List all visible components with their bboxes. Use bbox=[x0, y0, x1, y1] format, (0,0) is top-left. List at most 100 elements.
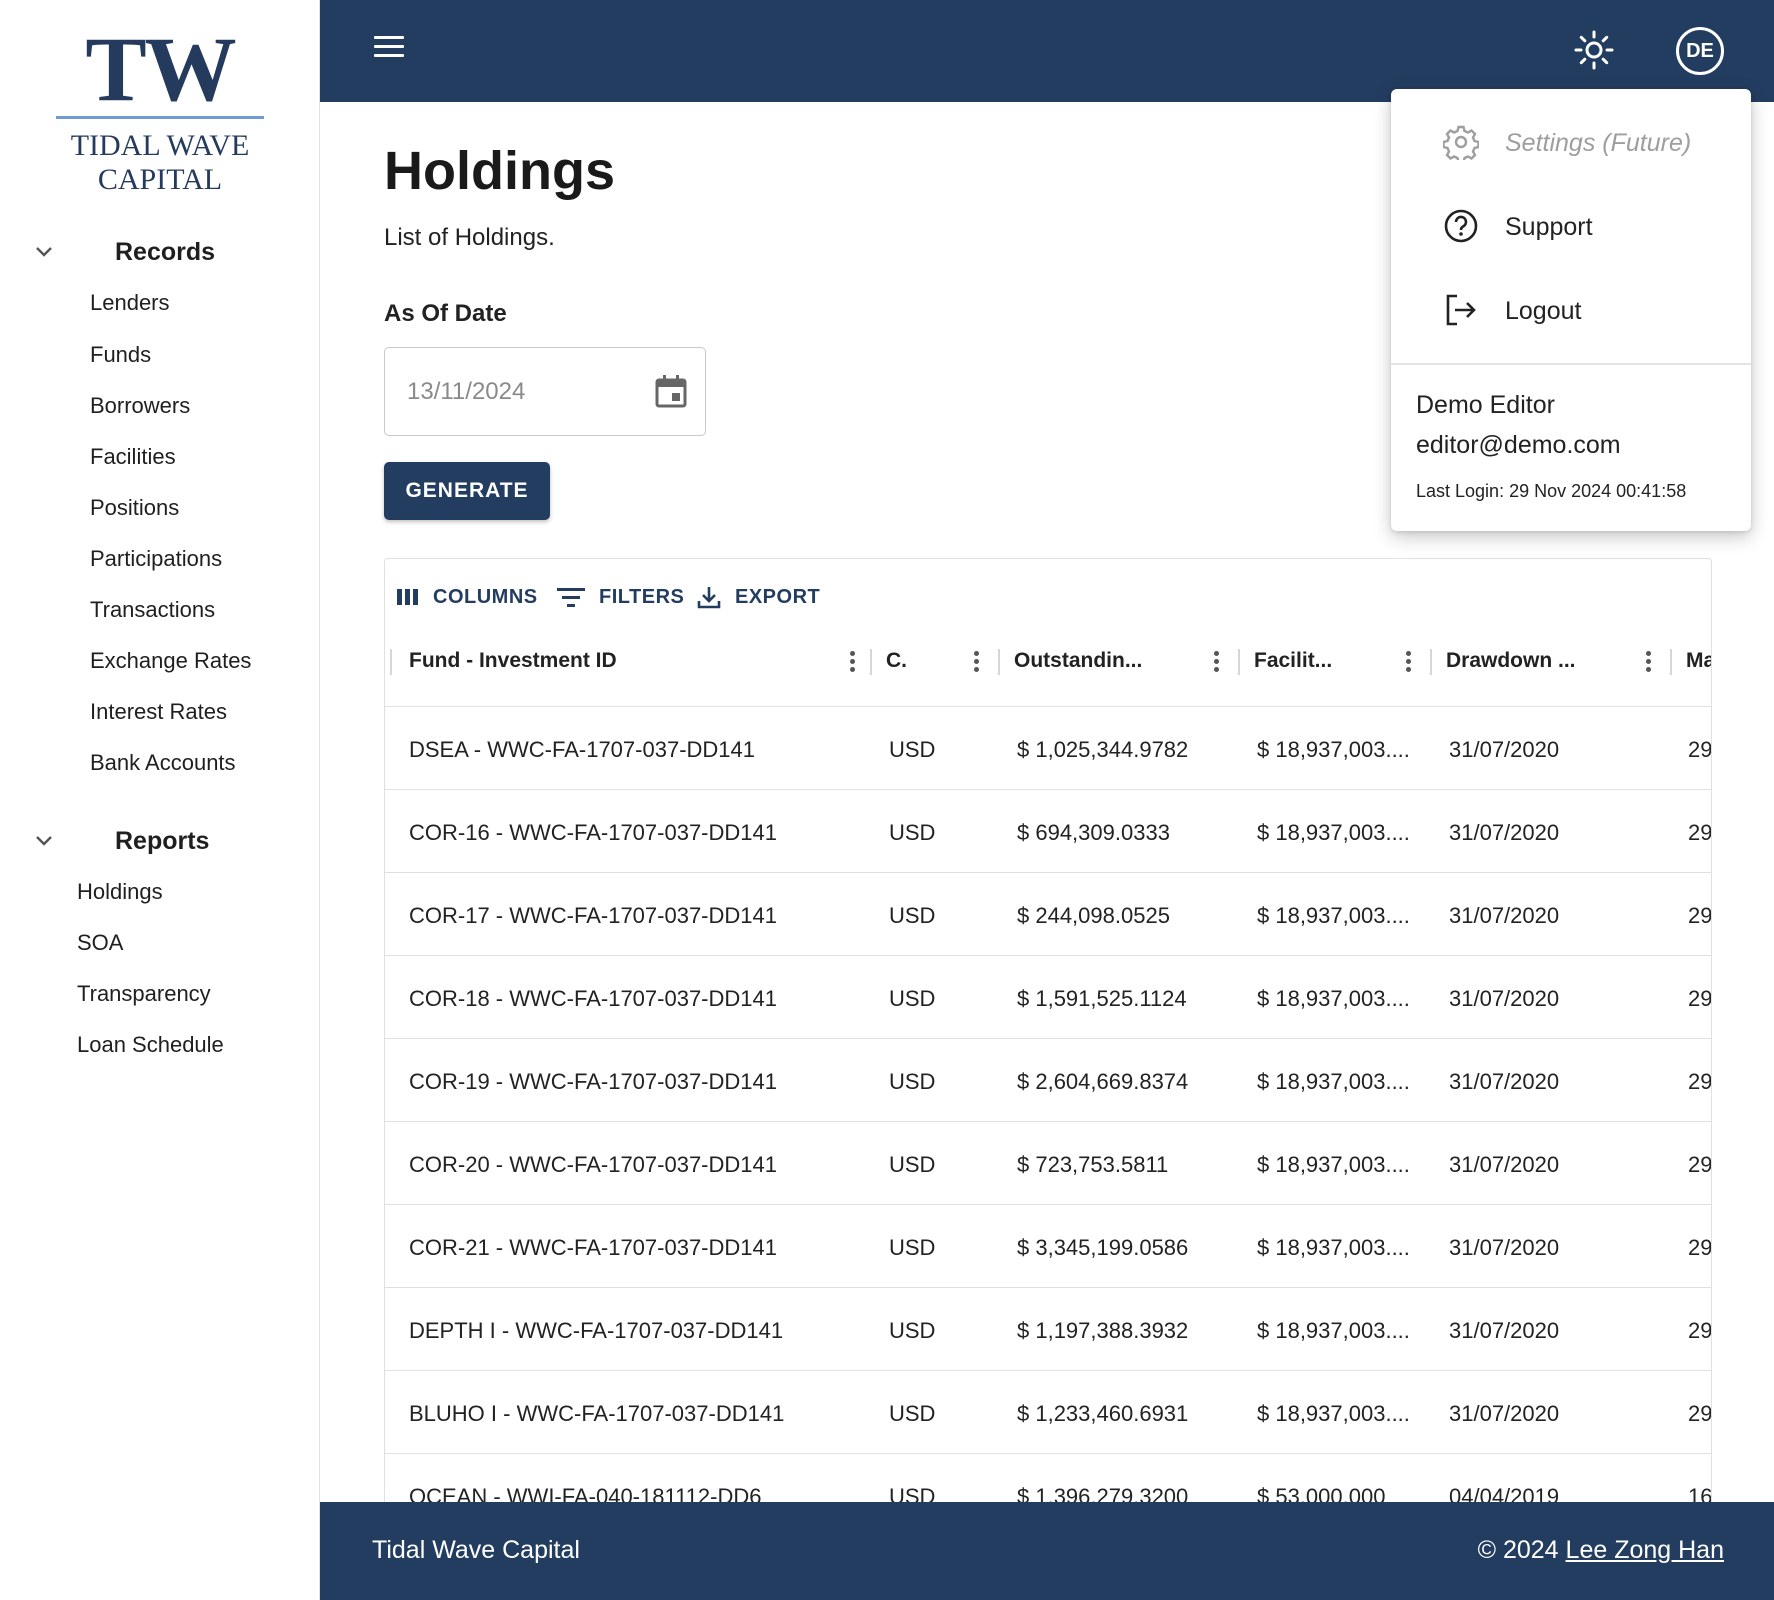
table-row[interactable]: COR-19 - WWC-FA-1707-037-DD141 USD $ 2,6… bbox=[385, 1038, 1712, 1121]
table-row[interactable]: BLUHO I - WWC-FA-1707-037-DD141 USD $ 1,… bbox=[385, 1370, 1712, 1453]
column-header-label: Fund - Investment ID bbox=[409, 649, 617, 672]
cell-ma: 29 bbox=[1688, 1235, 1712, 1260]
sidebar-item-holdings[interactable]: Holdings bbox=[77, 879, 163, 905]
as-of-date-label: As Of Date bbox=[384, 300, 507, 327]
table-row[interactable]: COR-16 - WWC-FA-1707-037-DD141 USD $ 694… bbox=[385, 789, 1712, 872]
column-menu-icon[interactable] bbox=[1646, 651, 1652, 673]
sidebar-item-soa[interactable]: SOA bbox=[77, 930, 123, 956]
column-header[interactable]: Drawdown ... bbox=[1430, 639, 1670, 683]
cell-drawdown: 31/07/2020 bbox=[1449, 820, 1560, 845]
cell-ma: 29 bbox=[1688, 1069, 1712, 1094]
column-header-label: C. bbox=[886, 649, 907, 672]
footer: Tidal Wave Capital © 2024 Lee Zong Han bbox=[320, 1502, 1774, 1600]
nav-group-reports: Reports bbox=[0, 821, 320, 861]
cell-drawdown: 31/07/2020 bbox=[1449, 1318, 1560, 1343]
nav-group-records: Records bbox=[0, 232, 320, 272]
sidebar-item-exchange-rates[interactable]: Exchange Rates bbox=[90, 648, 251, 674]
gear-icon bbox=[1443, 125, 1479, 160]
cell-outstanding: $ 244,098.0525 bbox=[1017, 903, 1170, 928]
cell-fund-investment-id: BLUHO I - WWC-FA-1707-037-DD141 bbox=[409, 1401, 785, 1426]
sidebar-item-transactions[interactable]: Transactions bbox=[90, 597, 215, 623]
table-row[interactable]: COR-18 - WWC-FA-1707-037-DD141 USD $ 1,5… bbox=[385, 955, 1711, 1038]
table-row[interactable]: COR-20 - WWC-FA-1707-037-DD141 USD $ 723… bbox=[385, 1121, 1711, 1204]
footer-brand: Tidal Wave Capital bbox=[372, 1536, 580, 1564]
sidebar-item-lenders[interactable]: Lenders bbox=[90, 290, 170, 316]
cell-drawdown: 31/07/2020 bbox=[1449, 986, 1560, 1011]
column-menu-icon[interactable] bbox=[974, 651, 980, 673]
cell-ma: 29 bbox=[1688, 903, 1712, 928]
sidebar-item-funds[interactable]: Funds bbox=[90, 342, 151, 368]
cell-currency: USD bbox=[889, 1401, 936, 1426]
sidebar-item-interest-rates[interactable]: Interest Rates bbox=[90, 699, 227, 725]
table-row[interactable]: COR-21 - WWC-FA-1707-037-DD141 USD $ 3,3… bbox=[385, 1204, 1712, 1287]
table-row[interactable]: DSEA - WWC-FA-1707-037-DD141 USD $ 1,025… bbox=[385, 706, 1711, 789]
sidebar-item-facilities[interactable]: Facilities bbox=[90, 444, 176, 470]
sun-icon[interactable] bbox=[1572, 28, 1616, 72]
sidebar-item-loan-schedule[interactable]: Loan Schedule bbox=[77, 1032, 224, 1058]
chevron-down-icon bbox=[36, 247, 52, 257]
cell-facility: $ 18,937,003.... bbox=[1257, 986, 1410, 1011]
cell-fund-investment-id: COR-18 - WWC-FA-1707-037-DD141 bbox=[409, 986, 777, 1011]
download-icon bbox=[697, 587, 721, 609]
cell-outstanding: $ 2,604,669.8374 bbox=[1017, 1069, 1189, 1094]
nav-group-records-toggle[interactable]: Records bbox=[0, 232, 320, 272]
cell-drawdown: 31/07/2020 bbox=[1449, 1069, 1560, 1094]
filters-button[interactable]: FILTERS bbox=[557, 579, 684, 615]
column-menu-icon[interactable] bbox=[1214, 651, 1220, 673]
cell-drawdown: 31/07/2020 bbox=[1449, 903, 1560, 928]
cell-currency: USD bbox=[889, 1152, 936, 1177]
menu-item-support[interactable]: Support bbox=[1391, 191, 1751, 261]
column-header-label: Facilit... bbox=[1254, 649, 1333, 672]
calendar-icon[interactable] bbox=[655, 374, 687, 408]
nav-group-reports-toggle[interactable]: Reports bbox=[0, 821, 320, 861]
sidebar-item-participations[interactable]: Participations bbox=[90, 546, 222, 572]
cell-facility: $ 18,937,003.... bbox=[1257, 1235, 1410, 1260]
columns-button[interactable]: COLUMNS bbox=[397, 579, 538, 615]
export-button[interactable]: EXPORT bbox=[697, 579, 820, 615]
sidebar-item-bank-accounts[interactable]: Bank Accounts bbox=[90, 750, 236, 776]
cell-facility: $ 18,937,003.... bbox=[1257, 1152, 1410, 1177]
cell-facility: $ 18,937,003.... bbox=[1257, 1069, 1410, 1094]
user-name: Demo Editor bbox=[1416, 391, 1555, 419]
sidebar-item-positions[interactable]: Positions bbox=[90, 495, 179, 521]
cell-drawdown: 31/07/2020 bbox=[1449, 1152, 1560, 1177]
cell-currency: USD bbox=[889, 1318, 936, 1343]
column-header[interactable]: Outstandin... bbox=[998, 639, 1238, 683]
column-header[interactable]: Ma bbox=[1670, 639, 1711, 683]
as-of-date-field[interactable]: 13/11/2024 bbox=[384, 347, 706, 436]
cell-ma: 29 bbox=[1688, 820, 1712, 845]
column-header[interactable]: Facilit... bbox=[1238, 639, 1430, 683]
sidebar-item-transparency[interactable]: Transparency bbox=[77, 981, 211, 1007]
menu-item-label: Logout bbox=[1505, 297, 1582, 325]
column-header[interactable]: C. bbox=[870, 639, 998, 683]
chevron-down-icon bbox=[36, 836, 52, 846]
generate-button[interactable]: GENERATE bbox=[384, 462, 550, 520]
help-circle-icon bbox=[1444, 209, 1478, 243]
hamburger-icon[interactable] bbox=[374, 36, 404, 62]
sidebar-item-borrowers[interactable]: Borrowers bbox=[90, 393, 190, 419]
cell-currency: USD bbox=[889, 820, 936, 845]
user-menu: Settings (Future) Support Logout Demo Ed… bbox=[1391, 89, 1751, 531]
menu-divider bbox=[1391, 363, 1751, 365]
table-row[interactable]: DEPTH I - WWC-FA-1707-037-DD141 USD $ 1,… bbox=[385, 1287, 1712, 1370]
cell-facility: $ 18,937,003.... bbox=[1257, 1318, 1410, 1343]
cell-facility: $ 18,937,003.... bbox=[1257, 1401, 1410, 1426]
table-row[interactable]: COR-17 - WWC-FA-1707-037-DD141 USD $ 244… bbox=[385, 872, 1712, 955]
cell-outstanding: $ 3,345,199.0586 bbox=[1017, 1235, 1189, 1260]
company-logo[interactable]: TW TIDAL WAVE CAPITAL bbox=[40, 23, 280, 197]
column-header[interactable]: Fund - Investment ID bbox=[390, 639, 875, 683]
user-avatar[interactable]: DE bbox=[1676, 27, 1724, 75]
menu-item-settings[interactable]: Settings (Future) bbox=[1391, 107, 1751, 177]
copyright-text: © 2024 bbox=[1477, 1536, 1559, 1564]
top-app-bar: DE bbox=[320, 0, 1774, 102]
author-link[interactable]: Lee Zong Han bbox=[1566, 1536, 1724, 1564]
cell-outstanding: $ 1,197,388.3932 bbox=[1017, 1318, 1189, 1343]
cell-ma: 29 bbox=[1688, 1401, 1712, 1426]
menu-item-logout[interactable]: Logout bbox=[1391, 275, 1751, 345]
columns-icon bbox=[397, 589, 418, 605]
column-menu-icon[interactable] bbox=[850, 651, 856, 673]
cell-ma: 29 bbox=[1688, 1318, 1712, 1343]
column-menu-icon[interactable] bbox=[1406, 651, 1412, 673]
as-of-date-value[interactable]: 13/11/2024 bbox=[407, 378, 525, 406]
cell-fund-investment-id: DSEA - WWC-FA-1707-037-DD141 bbox=[409, 737, 755, 762]
